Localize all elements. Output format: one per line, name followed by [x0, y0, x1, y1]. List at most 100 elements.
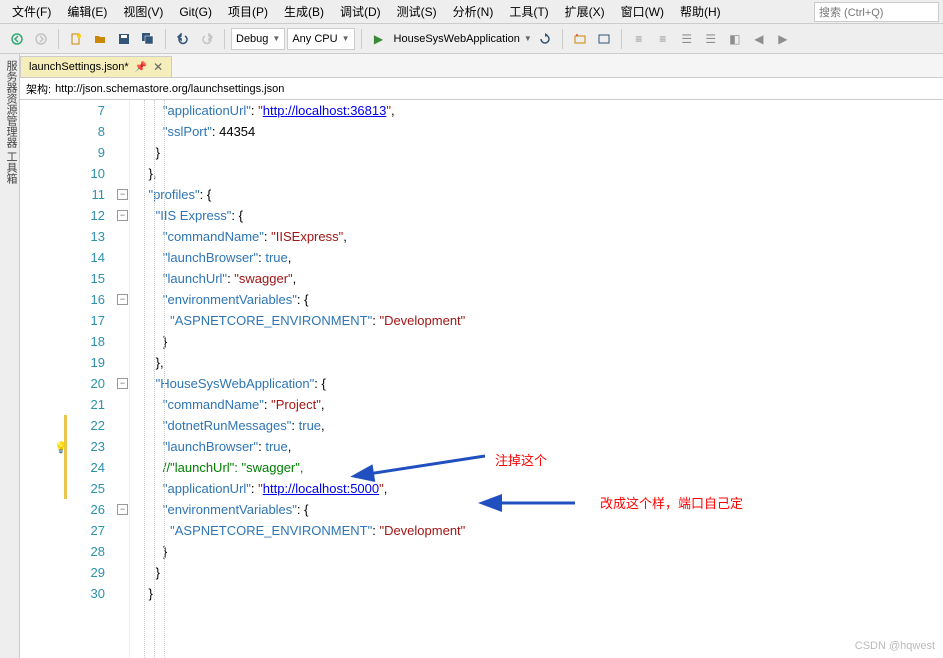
- code-line[interactable]: "IIS Express": {: [134, 205, 943, 226]
- code-line[interactable]: }: [134, 583, 943, 604]
- undo-button[interactable]: [172, 28, 194, 50]
- close-tab-button[interactable]: ✕: [153, 60, 163, 74]
- new-file-button[interactable]: [65, 28, 87, 50]
- menu-test[interactable]: 测试(S): [389, 1, 445, 22]
- code-line[interactable]: }: [134, 331, 943, 352]
- code-line[interactable]: "HouseSysWebApplication": {: [134, 373, 943, 394]
- line-number: 23: [68, 436, 105, 457]
- arrow-annotation-1: [360, 452, 490, 488]
- platform-dropdown[interactable]: Any CPU▼: [287, 28, 354, 50]
- lightbulb-icon[interactable]: 💡: [54, 438, 68, 459]
- line-number: 16: [68, 289, 105, 310]
- indent-less-button[interactable]: ≡: [628, 28, 650, 50]
- change-marker: [64, 415, 67, 436]
- side-panel-tabs[interactable]: 服务器资源管理器 工具箱: [0, 54, 20, 658]
- save-all-button[interactable]: [137, 28, 159, 50]
- menu-analyze[interactable]: 分析(N): [445, 1, 502, 22]
- redo-button[interactable]: [196, 28, 218, 50]
- run-target-label[interactable]: HouseSysWebApplication: [392, 33, 522, 45]
- fold-toggle[interactable]: −: [117, 210, 128, 221]
- line-number: 18: [68, 331, 105, 352]
- config-dropdown[interactable]: Debug▼: [231, 28, 285, 50]
- line-number: 17: [68, 310, 105, 331]
- code-line[interactable]: "launchUrl": "swagger",: [134, 268, 943, 289]
- tab-title: launchSettings.json*: [29, 61, 129, 73]
- line-number: 20: [68, 373, 105, 394]
- comment-button[interactable]: ☰: [676, 28, 698, 50]
- next-bookmark-button[interactable]: ▶: [772, 28, 794, 50]
- code-line[interactable]: }: [134, 562, 943, 583]
- line-number: 21: [68, 394, 105, 415]
- menu-debug[interactable]: 调试(D): [332, 1, 389, 22]
- menu-edit[interactable]: 编辑(E): [59, 1, 115, 22]
- menu-tools[interactable]: 工具(T): [501, 1, 556, 22]
- code-line[interactable]: "sslPort": 44354: [134, 121, 943, 142]
- fold-toggle[interactable]: −: [117, 504, 128, 515]
- document-tabs: launchSettings.json* 📌 ✕: [20, 54, 943, 78]
- line-number: 30: [68, 583, 105, 604]
- line-number: 27: [68, 520, 105, 541]
- line-number: 14: [68, 247, 105, 268]
- code-line[interactable]: },: [134, 352, 943, 373]
- code-line[interactable]: "environmentVariables": {: [134, 289, 943, 310]
- nav-forward-button[interactable]: [30, 28, 52, 50]
- code-line[interactable]: }: [134, 541, 943, 562]
- code-editor[interactable]: 💡 78910111213141516171819202122232425262…: [20, 100, 943, 658]
- menu-build[interactable]: 生成(B): [276, 1, 332, 22]
- schema-label: 架构:: [26, 81, 51, 97]
- line-number: 15: [68, 268, 105, 289]
- line-number: 9: [68, 142, 105, 163]
- menu-project[interactable]: 项目(P): [220, 1, 276, 22]
- fold-toggle[interactable]: −: [117, 378, 128, 389]
- annotation-text-2: 改成这个样，端口自己定: [600, 493, 743, 514]
- code-line[interactable]: "dotnetRunMessages": true,: [134, 415, 943, 436]
- schema-input[interactable]: [55, 83, 335, 95]
- line-number: 7: [68, 100, 105, 121]
- line-number: 13: [68, 226, 105, 247]
- search-box[interactable]: 搜索 (Ctrl+Q): [814, 2, 939, 22]
- code-line[interactable]: "commandName": "Project",: [134, 394, 943, 415]
- change-marker: [64, 457, 67, 478]
- watermark: CSDN @hqwest: [855, 640, 935, 652]
- code-line[interactable]: "ASPNETCORE_ENVIRONMENT": "Development": [134, 520, 943, 541]
- browser-link-button[interactable]: [593, 28, 615, 50]
- menu-help[interactable]: 帮助(H): [672, 1, 729, 22]
- menubar: 文件(F) 编辑(E) 视图(V) Git(G) 项目(P) 生成(B) 调试(…: [0, 0, 943, 24]
- menu-extensions[interactable]: 扩展(X): [557, 1, 613, 22]
- indent-more-button[interactable]: ≡: [652, 28, 674, 50]
- run-button[interactable]: ▶: [368, 28, 390, 50]
- line-number: 28: [68, 541, 105, 562]
- schema-bar: 架构:: [20, 78, 943, 100]
- change-marker: [64, 478, 67, 499]
- line-number: 12: [68, 205, 105, 226]
- code-line[interactable]: "ASPNETCORE_ENVIRONMENT": "Development": [134, 310, 943, 331]
- line-number: 11: [68, 184, 105, 205]
- code-line[interactable]: "applicationUrl": "http://localhost:3681…: [134, 100, 943, 121]
- code-line[interactable]: "launchBrowser": true,: [134, 247, 943, 268]
- code-line[interactable]: },: [134, 163, 943, 184]
- code-line[interactable]: "commandName": "IISExpress",: [134, 226, 943, 247]
- arrow-annotation-2: [490, 493, 580, 519]
- menu-window[interactable]: 窗口(W): [613, 1, 672, 22]
- save-button[interactable]: [113, 28, 135, 50]
- bookmark-button[interactable]: ◧: [724, 28, 746, 50]
- uncomment-button[interactable]: ☰: [700, 28, 722, 50]
- annotation-text-1: 注掉这个: [495, 450, 547, 471]
- code-line[interactable]: "profiles": {: [134, 184, 943, 205]
- code-line[interactable]: }: [134, 142, 943, 163]
- fold-toggle[interactable]: −: [117, 294, 128, 305]
- line-number: 10: [68, 163, 105, 184]
- pin-icon[interactable]: 📌: [135, 62, 147, 73]
- open-file-button[interactable]: [89, 28, 111, 50]
- browse-button[interactable]: [569, 28, 591, 50]
- menu-git[interactable]: Git(G): [171, 3, 220, 21]
- menu-view[interactable]: 视图(V): [115, 1, 171, 22]
- prev-bookmark-button[interactable]: ◀: [748, 28, 770, 50]
- editor-tab-launchsettings[interactable]: launchSettings.json* 📌 ✕: [20, 56, 172, 77]
- line-number: 22: [68, 415, 105, 436]
- fold-toggle[interactable]: −: [117, 189, 128, 200]
- menu-file[interactable]: 文件(F): [4, 1, 59, 22]
- nav-back-button[interactable]: [6, 28, 28, 50]
- line-number: 29: [68, 562, 105, 583]
- refresh-button[interactable]: [534, 28, 556, 50]
